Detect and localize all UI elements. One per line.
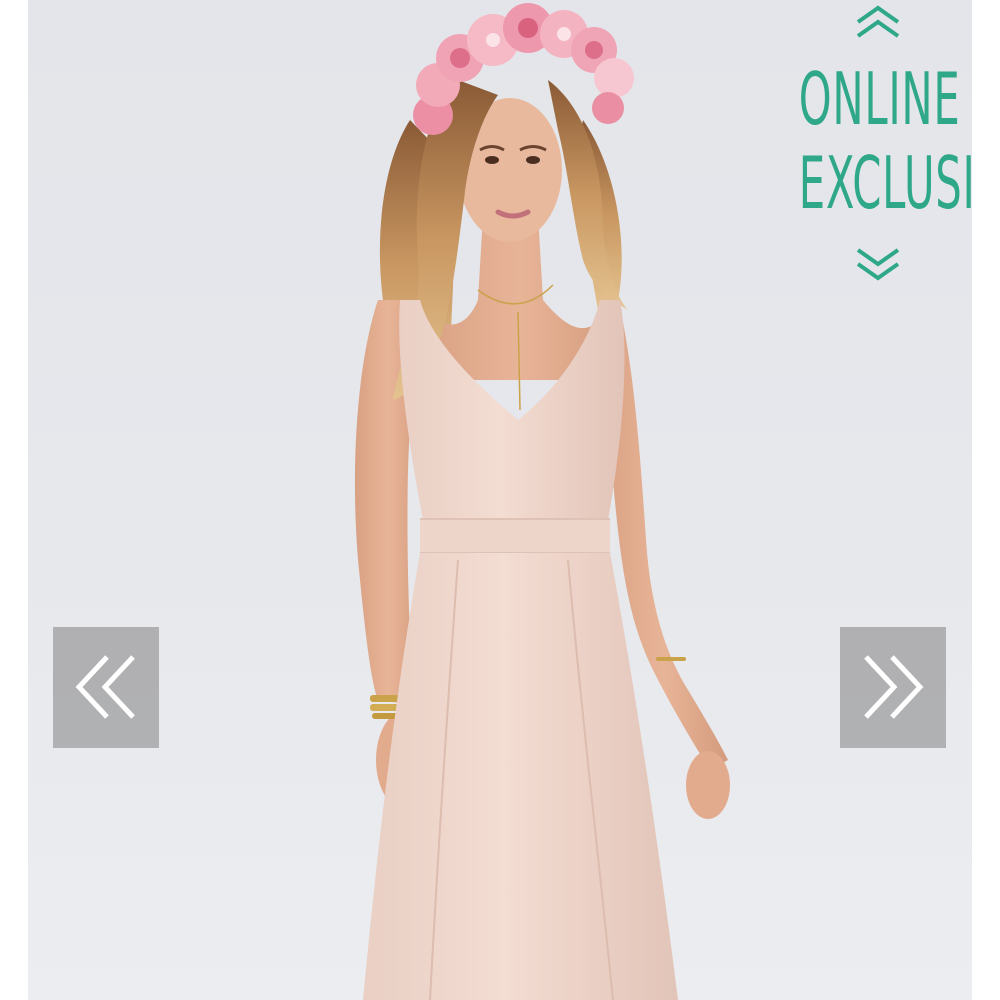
double-chevron-right-icon — [864, 655, 924, 719]
previous-image-button[interactable] — [53, 627, 159, 748]
double-chevron-up-icon — [856, 5, 900, 38]
badge-line-online: ONLINE — [798, 56, 961, 142]
product-carousel: ONLINE EXCLUSIVE — [0, 0, 1000, 1000]
double-chevron-down-icon — [856, 248, 900, 281]
product-image-frame: ONLINE EXCLUSIVE — [28, 0, 972, 1000]
double-chevron-left-icon — [75, 655, 135, 719]
badge-line-exclusive: EXCLUSIVE — [798, 140, 972, 226]
online-exclusive-badge: ONLINE EXCLUSIVE — [768, 0, 972, 300]
next-image-button[interactable] — [840, 627, 946, 748]
